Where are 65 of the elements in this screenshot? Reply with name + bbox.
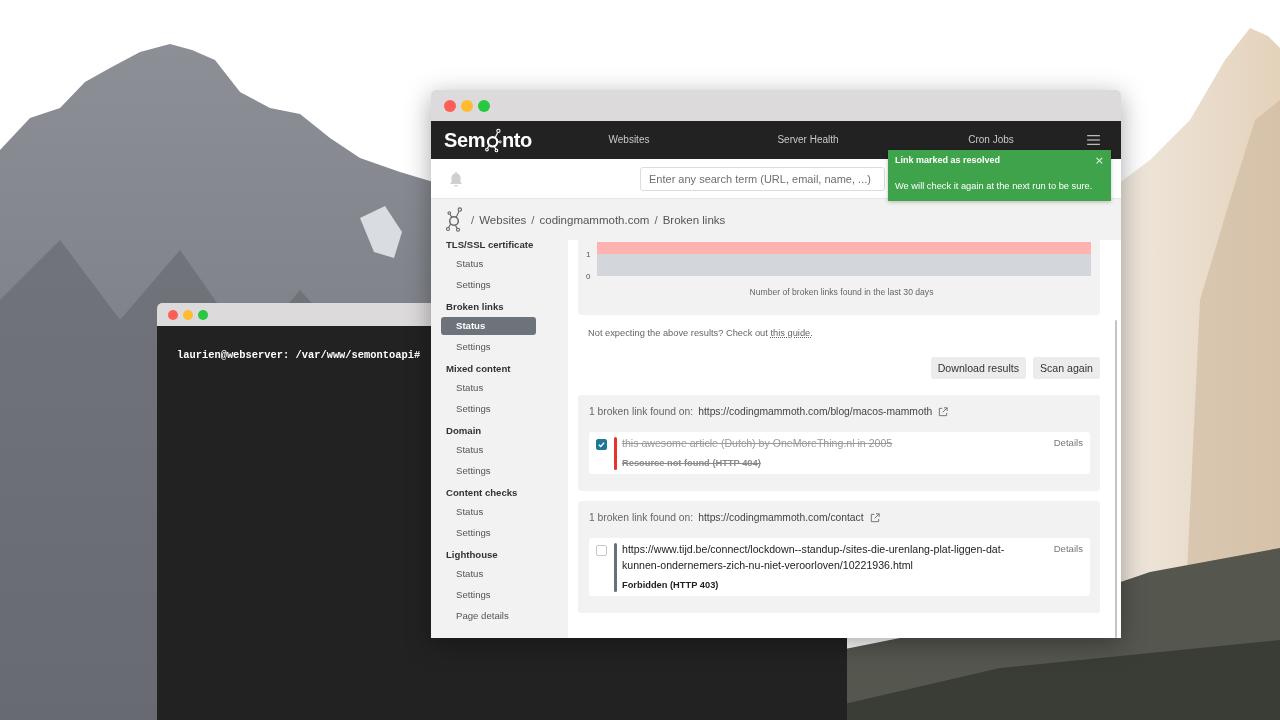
sidebar-item[interactable]: Settings	[441, 462, 536, 480]
external-link-icon[interactable]	[869, 513, 880, 523]
scrollbar-thumb[interactable]	[1115, 320, 1117, 638]
sidebar-section-title: Domain	[446, 426, 482, 436]
found-on-label: 1 broken link found on:	[589, 511, 694, 525]
sidebar-item[interactable]: Status	[441, 441, 536, 459]
minimize-icon[interactable]	[183, 309, 193, 320]
close-icon[interactable]	[444, 99, 456, 112]
breadcrumb-separator: /	[654, 213, 658, 226]
broken-link-url[interactable]: https://www.tijd.be/connect/lockdown--standup-/sites-die-urenlang-plat-liggen-dat-kunnen-ondernemers-zich-nu-niet-veroorloven/10221936.html	[622, 541, 1042, 573]
axis-label: 0	[586, 272, 591, 279]
page-url-link[interactable]: https://codingmammoth.com/blog/macos-mammoth	[698, 405, 933, 419]
terminal-prompt: laurien@webserver: /var/www/semontoapi#	[177, 349, 421, 361]
axis-label: 1	[586, 250, 591, 259]
sidebar-item[interactable]: Status	[441, 565, 536, 583]
sidebar-item[interactable]: Settings	[441, 586, 536, 604]
page-url-link[interactable]: https://codingmammoth.com/contact	[698, 511, 864, 525]
breadcrumb-separator: /	[471, 213, 475, 226]
nav-link[interactable]: Server Health	[777, 133, 839, 147]
sidebar-item[interactable]: Status	[441, 317, 536, 335]
breadcrumb-separator: /	[531, 213, 535, 226]
sidebar-item[interactable]: Settings	[441, 276, 536, 294]
close-icon[interactable]	[168, 309, 178, 320]
nav-link[interactable]: Websites	[608, 133, 650, 147]
sidebar-item[interactable]: Status	[441, 255, 536, 273]
breadcrumb-link[interactable]: codingmammoth.com	[539, 213, 650, 226]
sidebar-section-title: Content checks	[446, 488, 518, 498]
network-node-icon[interactable]	[485, 127, 503, 153]
sidebar-item[interactable]: Status	[441, 379, 536, 397]
sidebar-section-title: Mixed content	[446, 364, 511, 374]
breadcrumb-current: Broken links	[662, 213, 726, 226]
details-link[interactable]: Details	[1053, 541, 1083, 557]
sidebar-item[interactable]: Settings	[441, 524, 536, 542]
chart-caption: Number of broken links found in the last 30 days	[748, 286, 935, 299]
minimize-icon[interactable]	[461, 99, 473, 112]
sidebar-item[interactable]: Status	[441, 503, 536, 521]
search-field[interactable]: Enter any search term (URL, email, name, ...)	[640, 166, 885, 191]
help-note: Not expecting the above results? Check out this guide.	[588, 327, 814, 340]
checkbox[interactable]	[596, 439, 607, 450]
network-node-icon[interactable]	[446, 207, 463, 232]
bell-icon[interactable]	[448, 170, 464, 187]
zoom-icon[interactable]	[198, 309, 208, 320]
menu-icon[interactable]	[1087, 135, 1100, 145]
sidebar-section-title: Broken links	[446, 302, 504, 312]
logo-text[interactable]: Sem	[444, 128, 486, 152]
sidebar-section-title: Lighthouse	[446, 550, 498, 560]
link-status: Resource not found (HTTP 404)	[622, 457, 762, 470]
link-status: Forbidden (HTTP 403)	[622, 579, 720, 592]
action-button[interactable]: Scan again	[1033, 357, 1100, 379]
toast-title: Link marked as resolved	[895, 154, 1001, 167]
toast-message: We will check it again at the next run to be sure.	[895, 180, 1094, 193]
guide-link[interactable]: this guide.	[770, 328, 813, 338]
nav-link[interactable]: Cron Jobs	[968, 133, 1014, 147]
action-button[interactable]: Download results	[930, 357, 1026, 379]
sidebar-item[interactable]: Settings	[441, 400, 536, 418]
details-link[interactable]: Details	[1053, 435, 1083, 451]
zoom-icon[interactable]	[478, 99, 490, 112]
breadcrumb-link[interactable]: Websites	[479, 213, 527, 226]
logo-text[interactable]: nto	[502, 128, 532, 152]
sidebar-item[interactable]: Settings	[441, 338, 536, 356]
checkbox[interactable]	[596, 545, 607, 556]
external-link-icon[interactable]	[938, 407, 949, 417]
found-on-label: 1 broken link found on:	[589, 405, 694, 419]
sidebar-section-title: TLS/SSL certificate	[446, 240, 534, 250]
sidebar-item[interactable]: Page details	[441, 607, 536, 625]
